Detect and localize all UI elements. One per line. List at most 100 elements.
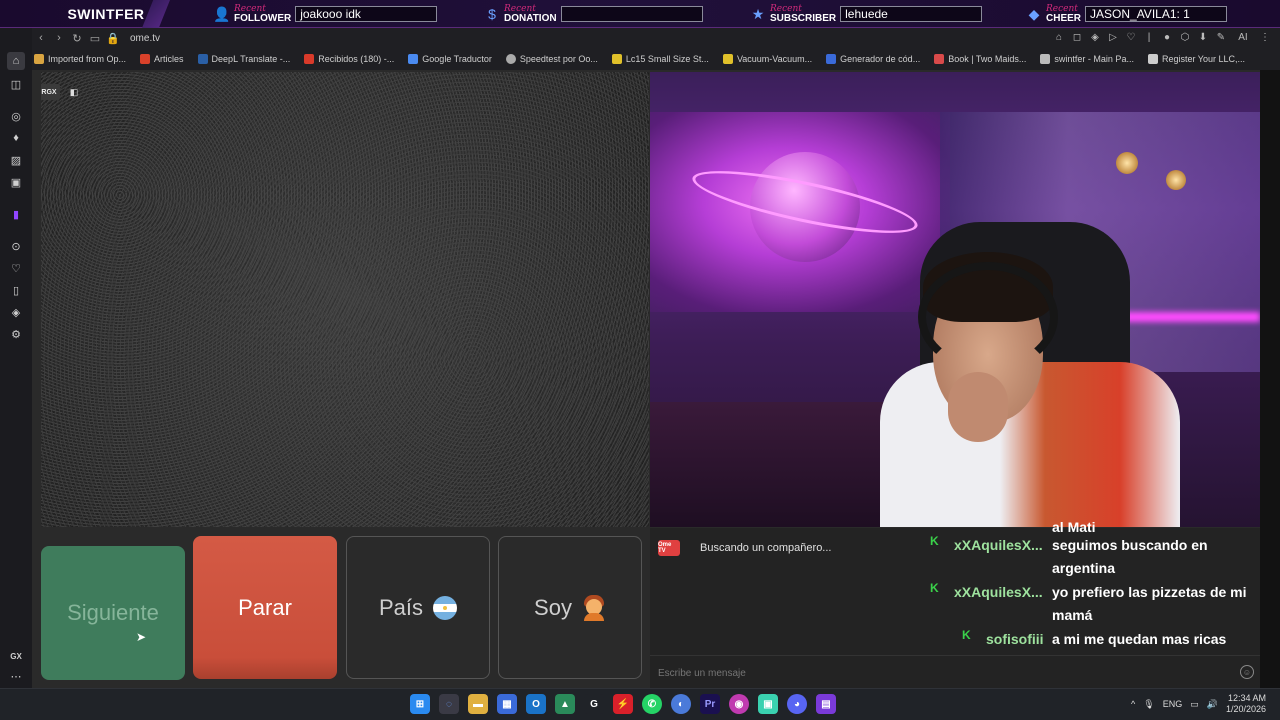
- windows-taskbar: ⊞ ◌ ▬ ▦ O ▲ G ⚡ ✆ ◐ Pr ◉ ▣ ◕ ▤ ^ 🎙 ENG ▭…: [0, 688, 1280, 720]
- bookmark-item[interactable]: DeepL Translate -...: [197, 54, 290, 64]
- recent-cheer: ◆ Recent CHEER JASON_AVILA1: 1: [1026, 2, 1228, 26]
- extensions-icon[interactable]: ◈: [8, 304, 24, 320]
- player-icon[interactable]: ⊙: [8, 238, 24, 254]
- volume-icon[interactable]: 🔊: [1207, 699, 1218, 710]
- stop-button[interactable]: Parar: [193, 536, 337, 679]
- extension-toolbar: ⌂ ◻ ◈ ▷ ♡ | ● ⬡ ⬇ ✎ AI ⋮: [1052, 30, 1272, 44]
- box-icon[interactable]: ▣: [8, 174, 24, 190]
- bookmark-item[interactable]: Generador de cód...: [826, 54, 920, 64]
- rgx-badge[interactable]: RGX: [41, 84, 60, 100]
- system-tray: ^ 🎙 ENG ▭ 🔊 12:34 AM 1/20/2026: [1131, 693, 1266, 715]
- g-app-icon[interactable]: G: [584, 694, 604, 714]
- partner-video: RGX ◧: [41, 72, 649, 527]
- message-text: seguimos buscando en argentina: [1052, 537, 1208, 576]
- language-indicator[interactable]: ENG: [1163, 699, 1183, 709]
- file-explorer-icon[interactable]: ▬: [468, 694, 488, 714]
- pin-icon[interactable]: ✎: [1214, 30, 1228, 44]
- more-icon[interactable]: ⋯: [8, 668, 24, 684]
- back-icon[interactable]: ‹: [32, 29, 50, 47]
- static-noise: [41, 72, 649, 527]
- bookmark-item[interactable]: Vacuum-Vacuum...: [722, 54, 812, 64]
- gender-button[interactable]: Soy: [498, 536, 642, 679]
- menu-icon[interactable]: ⋮: [1258, 30, 1272, 44]
- heart-icon[interactable]: ♡: [8, 260, 24, 276]
- heart-icon[interactable]: ♡: [1124, 30, 1138, 44]
- vpn-icon[interactable]: ◐: [671, 694, 691, 714]
- forward-icon[interactable]: ›: [50, 29, 68, 47]
- date: 1/20/2026: [1225, 704, 1266, 714]
- follower-value: joakooo idk: [295, 6, 438, 22]
- clapper-icon[interactable]: ▤: [816, 694, 836, 714]
- gx-icon[interactable]: GX: [8, 648, 24, 664]
- bookmark-item[interactable]: Recibidos (180) -...: [304, 54, 394, 64]
- person-hand: [948, 372, 1008, 442]
- gallery-icon[interactable]: ▨: [8, 152, 24, 168]
- message-text: a mi me quedan mas ricas: [1052, 631, 1227, 647]
- split-view-icon[interactable]: ◧: [66, 84, 82, 100]
- media-app-icon[interactable]: ◉: [729, 694, 749, 714]
- follower-label: FOLLOWER: [234, 13, 292, 24]
- bookmark-item[interactable]: Register Your LLC,...: [1147, 54, 1245, 64]
- bookmark-item[interactable]: Google Traductor: [408, 54, 492, 64]
- search-icon[interactable]: ◌: [439, 694, 459, 714]
- home-icon[interactable]: ⌂: [7, 52, 25, 70]
- camera-icon[interactable]: ▭: [86, 29, 104, 47]
- bookmark-item[interactable]: Book | Two Maids...: [934, 54, 1026, 64]
- lightning-app-icon[interactable]: ⚡: [613, 694, 633, 714]
- streaming-app-icon[interactable]: ▣: [758, 694, 778, 714]
- message-username: xXAquilesX...: [954, 584, 1043, 600]
- monitor-icon[interactable]: ▭: [1190, 699, 1199, 710]
- bookmark-favicon-icon: [1147, 54, 1158, 64]
- puzzle-icon[interactable]: ⬡: [1178, 30, 1192, 44]
- outlook-icon[interactable]: O: [526, 694, 546, 714]
- bookmark-item[interactable]: Lc15 Small Size St...: [611, 54, 709, 64]
- profile-icon[interactable]: ●: [1160, 30, 1174, 44]
- gender-label: Soy: [534, 594, 572, 620]
- kick-badge-icon: K: [930, 581, 939, 595]
- windows-start-icon[interactable]: ⊞: [410, 694, 430, 714]
- chevron-up-icon[interactable]: ^: [1131, 699, 1135, 709]
- speedtest-icon: [505, 54, 516, 64]
- history-icon[interactable]: ▯: [8, 282, 24, 298]
- microphone-icon[interactable]: 🎙: [1143, 699, 1154, 710]
- messenger-icon[interactable]: ◎: [8, 108, 24, 124]
- bookmark-item[interactable]: Speedtest por Oo...: [505, 54, 598, 64]
- country-button[interactable]: País: [346, 536, 490, 679]
- cheer-value: JASON_AVILA1: 1: [1085, 6, 1228, 22]
- next-button[interactable]: Siguiente: [41, 546, 185, 680]
- message-username: sofisofiii: [986, 631, 1044, 647]
- snapshot-icon[interactable]: ◻: [1070, 30, 1084, 44]
- url-field[interactable]: ome.tv: [130, 33, 160, 44]
- music-icon[interactable]: ♦: [8, 130, 24, 146]
- settings-icon[interactable]: ⚙: [8, 326, 24, 342]
- message-text: yo prefiero las pizzetas de mi mamá: [1052, 584, 1247, 623]
- bookmark-favicon-icon: [611, 54, 622, 64]
- twitch-icon[interactable]: ▮: [8, 206, 24, 222]
- bookmark-favicon-icon: [826, 54, 837, 64]
- app-icon[interactable]: ▲: [555, 694, 575, 714]
- shield-icon[interactable]: ◈: [1088, 30, 1102, 44]
- argentina-flag-icon: [433, 595, 458, 620]
- taskbar-apps: ⊞ ◌ ▬ ▦ O ▲ G ⚡ ✆ ◐ Pr ◉ ▣ ◕ ▤: [410, 694, 836, 714]
- bookmark-item[interactable]: swintfer - Main Pa...: [1040, 54, 1134, 64]
- gamepad-icon[interactable]: ◫: [8, 76, 24, 92]
- message-input[interactable]: [658, 664, 938, 682]
- lamp-bulb: [1116, 152, 1138, 174]
- ometv-page: RGX ◧ Siguiente Parar País Soy ➤ Ome TV …: [32, 70, 1260, 688]
- bookmark-item[interactable]: Imported from Op...: [34, 54, 126, 64]
- reload-icon[interactable]: ↻: [68, 29, 86, 47]
- play-icon[interactable]: ▷: [1106, 30, 1120, 44]
- emoji-icon[interactable]: ☺: [1240, 665, 1254, 679]
- store-icon[interactable]: ▦: [497, 694, 517, 714]
- discord-icon[interactable]: ◕: [787, 694, 807, 714]
- download-icon[interactable]: ⬇: [1196, 30, 1210, 44]
- premiere-icon[interactable]: Pr: [700, 694, 720, 714]
- chat-input-row: ☺: [650, 655, 1260, 688]
- whatsapp-icon[interactable]: ✆: [642, 694, 662, 714]
- connection-status: Ome TV Buscando un compañero...: [658, 540, 831, 556]
- bookmark-icon[interactable]: ⌂: [1052, 30, 1066, 44]
- bookmark-item[interactable]: Articles: [140, 54, 184, 64]
- ai-button[interactable]: AI: [1232, 30, 1254, 44]
- clock[interactable]: 12:34 AM 1/20/2026: [1226, 693, 1266, 715]
- bookmark-favicon-icon: [197, 54, 208, 64]
